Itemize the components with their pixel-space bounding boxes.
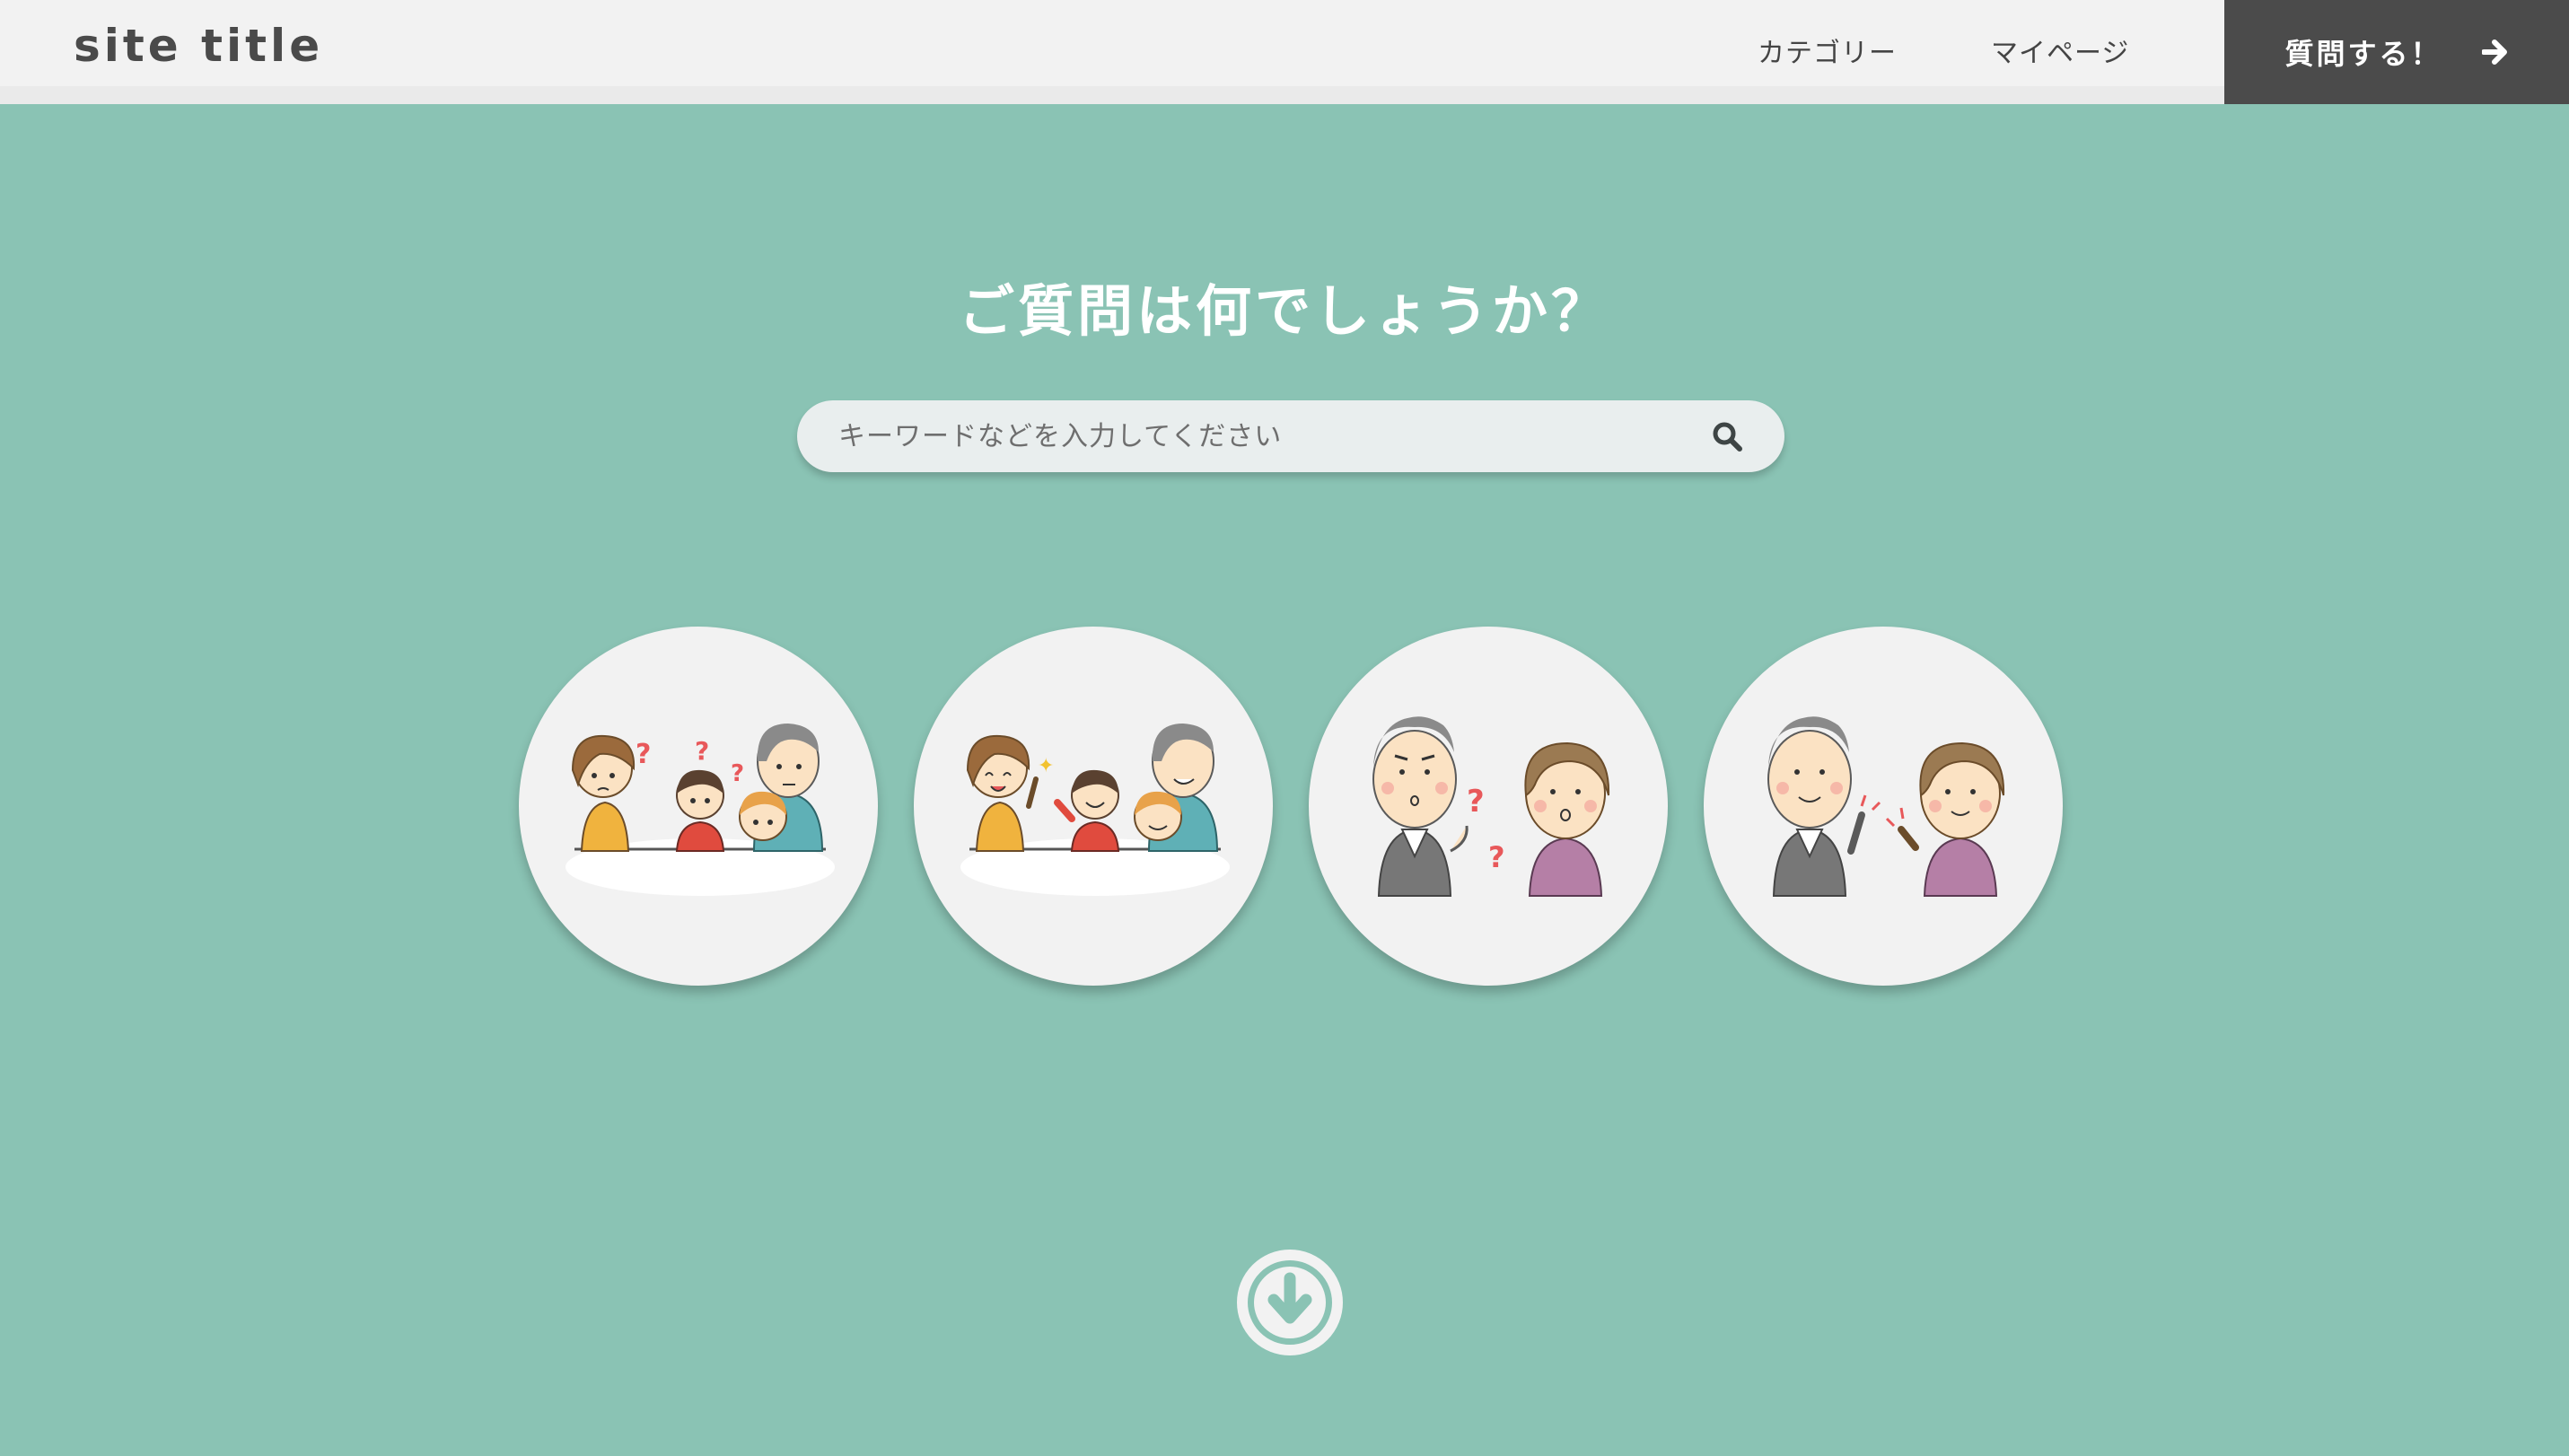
seniors-confused-illustration[interactable]: ? ? xyxy=(1309,627,1668,986)
site-title[interactable]: site title xyxy=(74,20,323,72)
svg-text:✦: ✦ xyxy=(1038,755,1054,777)
svg-text:?: ? xyxy=(1467,784,1485,820)
family-confused-illustration[interactable]: ? ? ? xyxy=(519,627,878,986)
nav-link-mypage[interactable]: マイページ xyxy=(1991,31,2129,70)
family-understanding-illustration[interactable]: ✦ xyxy=(914,627,1273,986)
svg-text:?: ? xyxy=(695,736,709,766)
svg-text:?: ? xyxy=(636,739,651,770)
search-input[interactable] xyxy=(838,400,1664,472)
search-box xyxy=(797,400,1784,472)
search-icon[interactable] xyxy=(1711,420,1743,456)
ask-question-button[interactable]: 質問する！ xyxy=(2224,0,2569,104)
arrow-down-circle-icon[interactable] xyxy=(1235,1248,1345,1361)
ask-question-label: 質問する！ xyxy=(2284,37,2442,71)
arrow-right-icon xyxy=(2481,39,2509,65)
nav-link-category[interactable]: カテゴリー xyxy=(1758,31,1897,70)
svg-text:?: ? xyxy=(731,760,744,787)
svg-text:?: ? xyxy=(1488,840,1505,874)
site-header: site title カテゴリー マイページ 質問する！ xyxy=(0,0,2569,104)
hero-heading: ご質問は何でしょうか？ xyxy=(958,278,1610,344)
seniors-understanding-illustration[interactable] xyxy=(1704,627,2063,986)
